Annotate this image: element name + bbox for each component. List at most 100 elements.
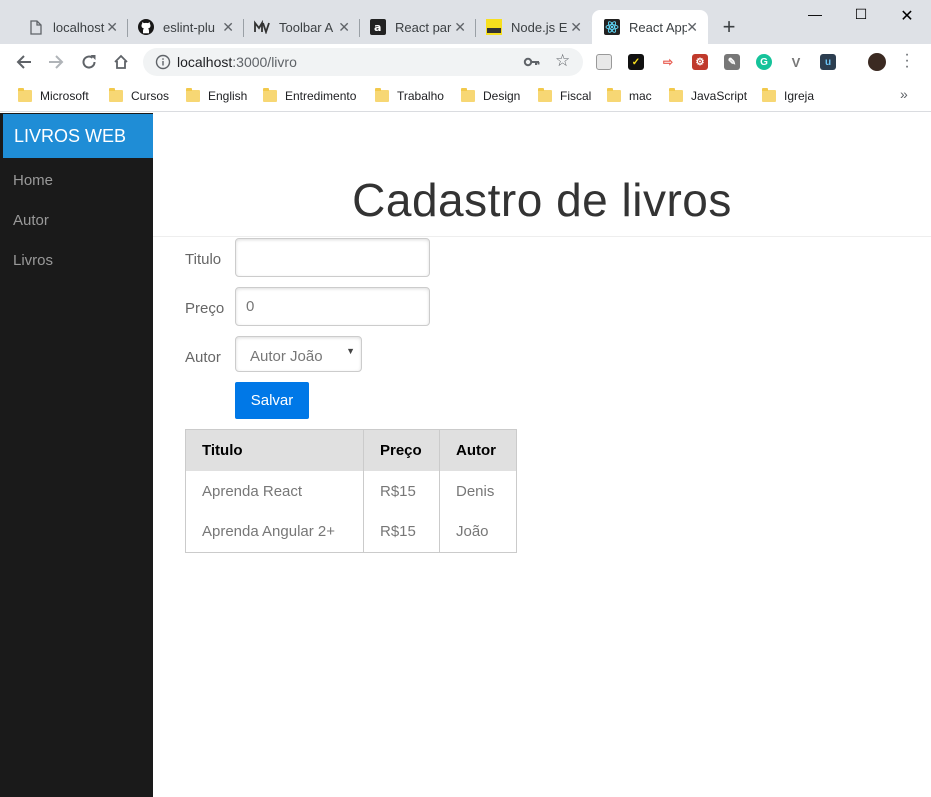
bookmark-item[interactable]: Fiscal [538,88,591,104]
bookmark-label: English [208,89,248,103]
maximize-icon[interactable]: ☐ [838,6,884,23]
bookmark-item[interactable]: mac [607,88,652,104]
brand-link[interactable]: LIVROS WEB [3,114,153,158]
page-title: Cadastro de livros [352,174,732,226]
bookmarks-overflow-button[interactable]: » [900,86,908,102]
folder-icon [18,88,32,102]
extension-gear-icon[interactable]: ⚙ [692,54,708,70]
a-icon: a [370,19,386,35]
chevron-down-icon: ▼ [346,346,355,356]
react-icon [604,19,620,35]
svg-text:a: a [374,21,381,34]
browser-tab-toolbar[interactable]: Toolbar A ✕ [234,10,360,44]
tab-title: React App [629,19,687,35]
folder-icon [762,88,776,102]
sidebar-item-autor[interactable]: Autor [13,212,49,229]
table-row: Aprenda Angular 2+ R$15 João [186,511,517,553]
minimize-icon[interactable]: — [792,6,838,22]
address-bar[interactable]: localhost:3000/livro ☆ [143,48,583,76]
url-path: :3000/livro [232,54,297,70]
bookmarks-bar: Microsoft Cursos English Entredimento Tr… [0,80,931,112]
reload-icon[interactable] [79,52,99,72]
bookmark-label: mac [629,89,652,103]
table-row: Aprenda React R$15 Denis [186,470,517,512]
browser-titlebar: localhost ✕ eslint-plu ✕ Toolbar A ✕ a R… [0,0,931,44]
autor-selected-value: Autor João [250,348,323,365]
livros-table: Titulo Preço Autor Aprenda React R$15 De… [185,429,517,553]
folder-icon [461,88,475,102]
star-icon[interactable]: ☆ [555,51,570,71]
extension-v-icon[interactable]: V [788,54,804,70]
bookmark-item[interactable]: Trabalho [375,88,444,104]
browser-tab-localhost[interactable]: localhost ✕ [8,10,128,44]
bookmark-label: Igreja [784,89,815,103]
titulo-input[interactable] [235,238,430,277]
new-tab-button[interactable]: + [718,14,740,40]
node-icon [486,19,502,35]
browser-tab-react-par[interactable]: a React par ✕ [350,10,476,44]
close-icon[interactable]: ✕ [106,19,118,36]
close-icon[interactable]: ✕ [222,19,234,36]
sidebar-item-livros[interactable]: Livros [13,252,53,269]
close-window-icon[interactable]: ✕ [884,6,930,26]
back-icon[interactable] [14,52,34,72]
bookmark-item[interactable]: JavaScript [669,88,747,104]
grammarly-icon[interactable]: G [756,54,772,70]
folder-icon [186,88,200,102]
column-header-autor: Autor [439,429,517,471]
cell-preco: R$15 [363,470,440,512]
extension-check-icon[interactable]: ✓ [628,54,644,70]
browser-tab-react-app[interactable]: React App ✕ [592,10,708,44]
home-icon[interactable] [111,52,131,72]
folder-icon [375,88,389,102]
extension-note-icon[interactable]: ✎ [724,54,740,70]
bookmark-item[interactable]: Microsoft [18,88,89,104]
preco-input[interactable]: 0 [235,287,430,326]
salvar-button[interactable]: Salvar [235,382,309,419]
folder-icon [538,88,552,102]
avatar[interactable] [868,53,886,71]
table-header-row: Titulo Preço Autor [185,429,517,471]
extension-arrow-icon[interactable]: ⇨ [660,54,676,70]
close-icon[interactable]: ✕ [338,19,350,36]
cell-autor: Denis [439,470,517,512]
extension-cube-icon[interactable] [596,54,612,70]
sidebar-item-home[interactable]: Home [13,172,53,189]
forward-icon[interactable] [46,52,66,72]
bookmark-item[interactable]: Cursos [109,88,169,104]
autor-select[interactable]: Autor João ▼ [235,336,362,372]
bookmark-item[interactable]: Design [461,88,520,104]
close-icon[interactable]: ✕ [454,19,466,36]
close-icon[interactable]: ✕ [686,19,698,36]
info-icon[interactable] [155,54,171,70]
cell-autor: João [439,511,517,553]
column-header-preco: Preço [363,429,440,471]
toolbar-icon [254,19,270,35]
bookmark-label: Fiscal [560,89,592,103]
bookmark-label: Entredimento [285,89,357,103]
cell-titulo: Aprenda React [202,482,303,500]
browser-tab-eslint[interactable]: eslint-plu ✕ [118,10,244,44]
titulo-label: Titulo [185,251,222,268]
extension-u-icon[interactable]: u [820,54,836,70]
url-host: localhost [177,54,233,70]
bookmark-label: Microsoft [40,89,89,103]
bookmark-item[interactable]: Igreja [762,88,814,104]
folder-icon [263,88,277,102]
browser-toolbar: localhost:3000/livro ☆ ✓ ⇨ ⚙ ✎ G V u · · · [0,44,931,80]
more-icon[interactable]: · · · [900,47,914,75]
cell-preco: R$15 [363,511,440,553]
main-content: Cadastro de livros Titulo Preço 0 Autor … [153,113,931,797]
page-header: Cadastro de livros [153,113,931,237]
app-viewport: LIVROS WEB Home Autor Livros Cadastro de… [0,113,931,797]
folder-icon [109,88,123,102]
address-text: localhost:3000/livro [177,54,297,70]
folder-icon [607,88,621,102]
cell-titulo: Aprenda Angular 2+ [202,523,336,541]
key-icon[interactable] [523,53,541,76]
browser-tab-node[interactable]: Node.js E ✕ [466,10,592,44]
autor-label: Autor [185,349,221,366]
close-icon[interactable]: ✕ [570,19,582,36]
bookmark-item[interactable]: English [186,88,247,104]
bookmark-item[interactable]: Entredimento [263,88,356,104]
